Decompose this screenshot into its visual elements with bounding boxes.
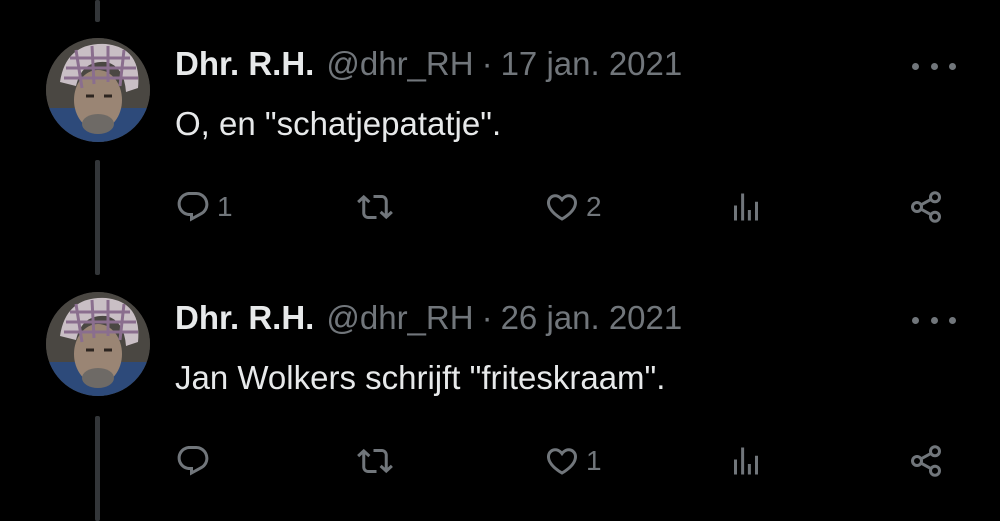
retweet-icon <box>357 194 393 220</box>
views-icon <box>734 193 758 221</box>
retweet-button[interactable] <box>357 439 399 483</box>
reply-button[interactable]: 1 <box>175 185 233 229</box>
more-icon[interactable] <box>912 312 956 328</box>
more-icon[interactable] <box>912 58 956 74</box>
reply-button[interactable] <box>175 439 217 483</box>
share-button[interactable] <box>908 439 944 483</box>
author-handle[interactable]: @dhr_RH <box>326 44 473 84</box>
share-button[interactable] <box>908 185 944 229</box>
like-count: 2 <box>586 191 602 222</box>
like-count: 1 <box>586 445 602 476</box>
reply-icon <box>177 446 209 476</box>
header-separator: · <box>481 45 493 82</box>
heart-icon <box>546 448 578 475</box>
reply-icon <box>177 192 209 222</box>
avatar[interactable] <box>46 38 150 142</box>
author-name[interactable]: Dhr. R.H. <box>175 298 314 338</box>
share-icon <box>911 191 941 223</box>
tweet-text: O, en "schatjepatatje". <box>175 105 502 142</box>
tweet-text: Jan Wolkers schrijft "friteskraam". <box>175 359 666 396</box>
tweet[interactable]: Dhr. R.H. @dhr_RH · 17 jan. 2021 O, en "… <box>0 0 1000 255</box>
retweet-button[interactable] <box>357 185 399 229</box>
tweet-date[interactable]: 26 jan. 2021 <box>501 298 683 338</box>
tweet-actions: 1 2 <box>0 185 1000 229</box>
like-button[interactable]: 2 <box>544 185 602 229</box>
avatar[interactable] <box>46 292 150 396</box>
tweet-header: Dhr. R.H. @dhr_RH · 26 jan. 2021 <box>175 298 682 338</box>
retweet-icon <box>357 448 393 474</box>
tweet-date[interactable]: 17 jan. 2021 <box>501 44 683 84</box>
reply-count: 1 <box>217 191 233 222</box>
views-button[interactable] <box>728 439 764 483</box>
views-icon <box>734 447 758 475</box>
avatar-image <box>46 292 150 396</box>
tweet[interactable]: Dhr. R.H. @dhr_RH · 26 jan. 2021 Jan Wol… <box>0 254 1000 509</box>
author-name[interactable]: Dhr. R.H. <box>175 44 314 84</box>
tweet-header: Dhr. R.H. @dhr_RH · 17 jan. 2021 <box>175 44 682 84</box>
heart-icon <box>546 194 578 221</box>
author-handle[interactable]: @dhr_RH <box>326 298 473 338</box>
share-icon <box>911 445 941 477</box>
like-button[interactable]: 1 <box>544 439 602 483</box>
avatar-image <box>46 38 150 142</box>
header-separator: · <box>481 299 493 336</box>
tweet-actions: 1 <box>0 439 1000 483</box>
views-button[interactable] <box>728 185 764 229</box>
